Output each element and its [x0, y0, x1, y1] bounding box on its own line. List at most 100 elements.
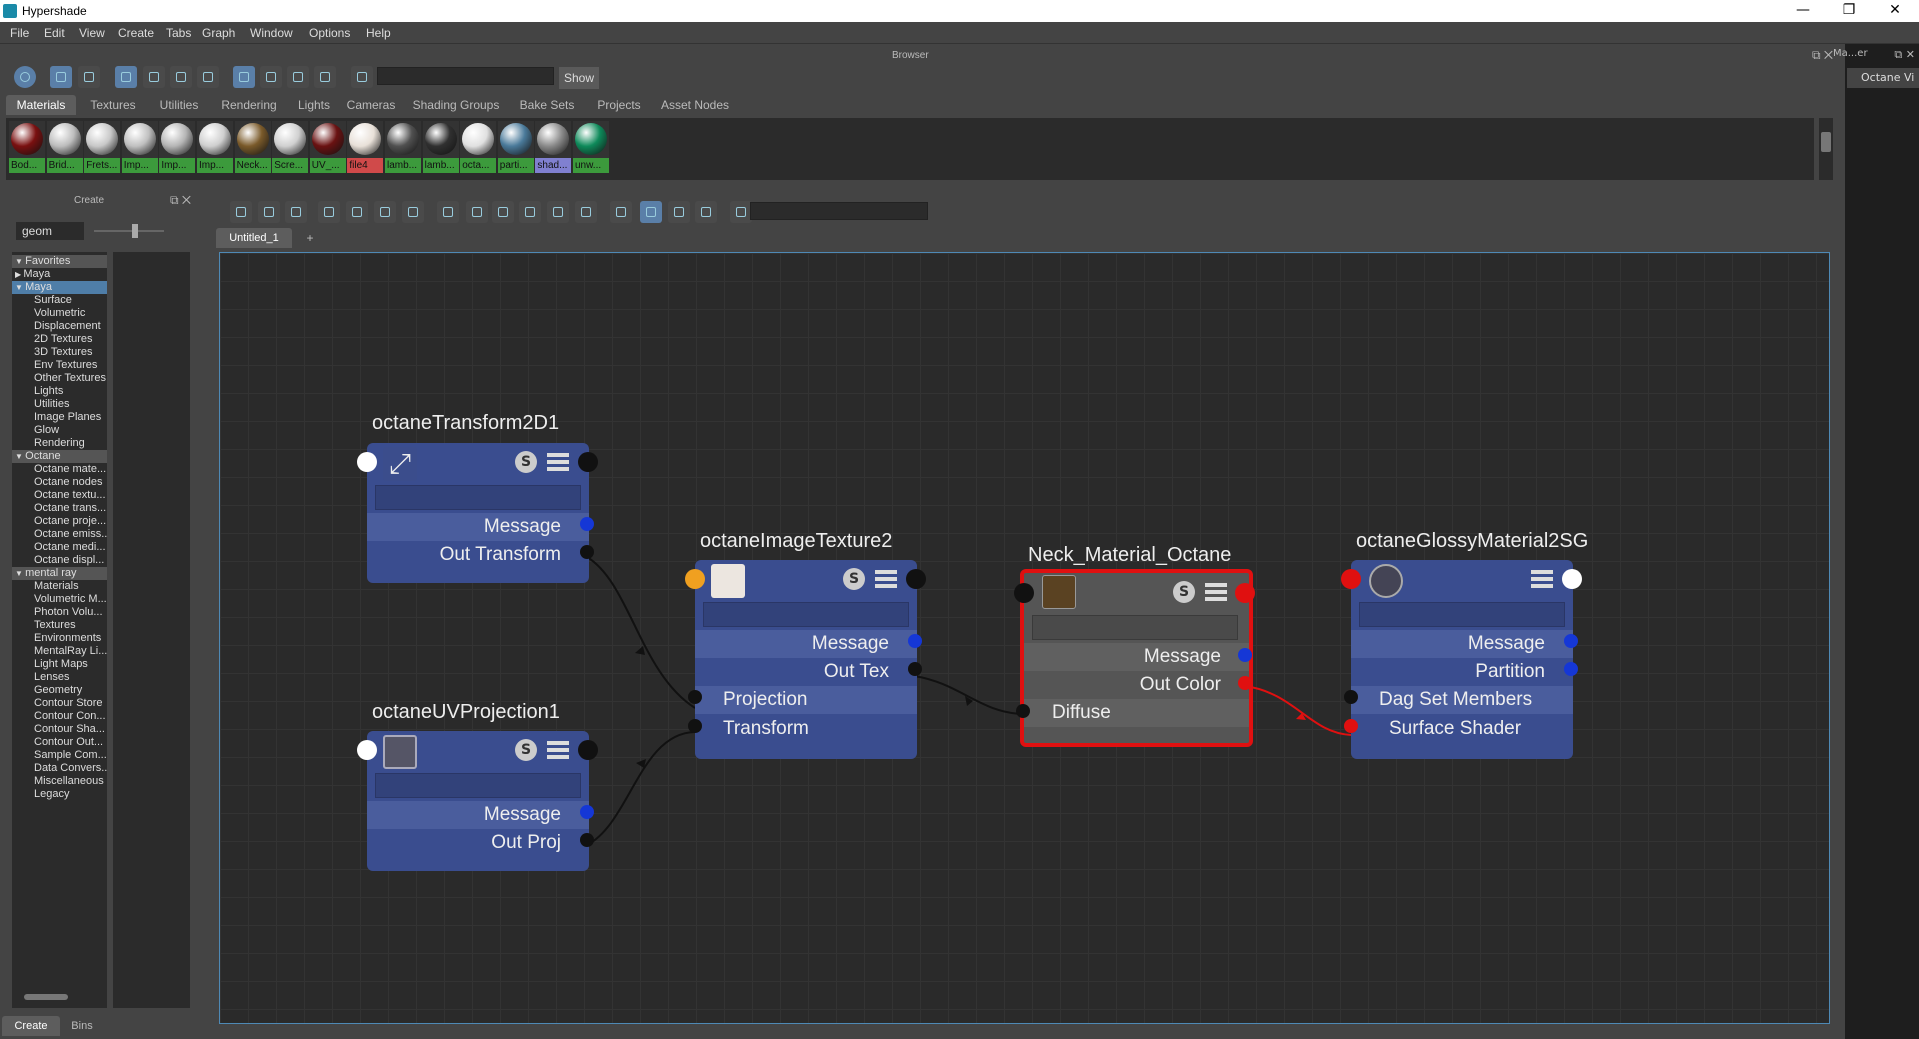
tree-item[interactable]: Sample Com... — [12, 749, 107, 762]
dag-set-members-port[interactable] — [1344, 690, 1358, 704]
node-editor-search-input[interactable] — [750, 202, 928, 220]
node-menu-icon[interactable] — [1205, 583, 1227, 601]
menu-file[interactable]: File — [10, 26, 29, 40]
tab-materials[interactable]: Materials — [6, 95, 76, 115]
tree-item[interactable]: Octane nodes — [12, 476, 103, 489]
out-proj-port[interactable] — [580, 833, 594, 847]
node-menu-icon[interactable] — [875, 570, 897, 588]
node-neck-material[interactable]: S Message Out Color Diffuse — [1020, 569, 1253, 747]
material-swatch[interactable]: Bod... — [9, 121, 45, 173]
medium-swatch-icon[interactable] — [143, 66, 165, 88]
toggle-swatch-icon[interactable] — [668, 201, 690, 223]
tree-item[interactable]: Contour Out... — [12, 736, 103, 749]
material-swatch[interactable]: Scre... — [272, 121, 309, 173]
output-connections-icon[interactable] — [285, 201, 307, 223]
view-list-icon[interactable] — [78, 66, 100, 88]
node-uvprojection[interactable]: S Message Out Proj — [367, 731, 589, 871]
pin-icon[interactable] — [402, 201, 424, 223]
menu-options[interactable]: Options — [309, 26, 350, 40]
tab-lights[interactable]: Lights — [290, 95, 338, 115]
material-swatch[interactable]: parti... — [497, 121, 534, 173]
tree-item[interactable]: Octane trans... — [12, 502, 106, 515]
show-connected-icon[interactable] — [492, 201, 514, 223]
tree-item[interactable]: Textures — [12, 619, 76, 632]
show-all-icon[interactable] — [547, 201, 569, 223]
tree-item[interactable]: Rendering — [12, 437, 85, 450]
message-port[interactable] — [1564, 634, 1578, 648]
output-port[interactable] — [1235, 583, 1255, 603]
material-swatch[interactable]: Imp... — [121, 121, 158, 173]
swatch-size-slider[interactable] — [94, 224, 164, 238]
frame-selected-icon[interactable] — [346, 201, 368, 223]
menu-graph[interactable]: Graph — [202, 26, 235, 40]
out-color-port[interactable] — [1238, 676, 1252, 690]
select-icon[interactable] — [351, 66, 373, 88]
surface-shader-port[interactable] — [1344, 719, 1358, 733]
message-port[interactable] — [580, 805, 594, 819]
material-swatch[interactable]: file4 — [347, 121, 384, 173]
tree-item[interactable]: Photon Volu... — [12, 606, 103, 619]
node-imagetexture[interactable]: S Message Out Tex Projection Transform — [695, 560, 917, 759]
tree-item[interactable]: MentalRay Li... — [12, 645, 107, 658]
hide-attrs-icon[interactable] — [466, 201, 488, 223]
tree-item[interactable]: Octane textu... — [12, 489, 106, 502]
projection-port[interactable] — [688, 690, 702, 704]
out-tex-port[interactable] — [908, 662, 922, 676]
tree-scrollbar[interactable] — [14, 992, 106, 1002]
minimize-button[interactable]: — — [1780, 0, 1826, 22]
filter-icon[interactable] — [695, 201, 717, 223]
node-menu-icon[interactable] — [547, 453, 569, 471]
tree-item[interactable]: 3D Textures — [12, 346, 93, 359]
tree-item[interactable]: Lights — [12, 385, 63, 398]
tree-item[interactable]: Surface — [12, 294, 72, 307]
material-swatch[interactable]: Brid... — [46, 121, 83, 173]
material-swatch[interactable]: Neck... — [234, 121, 271, 173]
output-port[interactable] — [578, 452, 598, 472]
diffuse-port[interactable] — [1016, 704, 1030, 718]
tree-item[interactable]: 2D Textures — [12, 333, 93, 346]
material-swatch[interactable]: lamb... — [385, 121, 421, 173]
tab-bake-sets[interactable]: Bake Sets — [512, 95, 582, 115]
close-button[interactable]: ✕ — [1872, 0, 1918, 22]
grid-icon[interactable] — [640, 201, 662, 223]
tree-section-header[interactable]: ▼ Octane — [12, 450, 107, 463]
tree-item[interactable]: Displacement — [12, 320, 101, 333]
tree-item[interactable]: Octane emiss... — [12, 528, 107, 541]
tab-create[interactable]: Create — [2, 1016, 60, 1036]
sort-type-icon[interactable] — [260, 66, 282, 88]
tree-item[interactable]: Octane displ... — [12, 554, 104, 567]
input-connections-icon[interactable] — [230, 201, 252, 223]
node-transform2d[interactable]: ⤢ S Message Out Transform — [367, 443, 589, 583]
tab-octane-viewer[interactable]: Octane Vi — [1847, 68, 1919, 88]
input-port[interactable] — [357, 452, 377, 472]
material-swatch[interactable]: Imp... — [159, 121, 196, 173]
material-swatch[interactable]: unw... — [573, 121, 609, 173]
small-swatch-icon[interactable] — [115, 66, 137, 88]
tab-projects[interactable]: Projects — [588, 95, 650, 115]
tree-section-header[interactable]: ▼ Maya — [12, 281, 107, 294]
swatch-scrollbar[interactable] — [1819, 118, 1833, 180]
frame-all-icon[interactable] — [318, 201, 340, 223]
layout-icon[interactable] — [374, 201, 396, 223]
tree-item[interactable]: Other Textures — [12, 372, 106, 385]
tree-item[interactable]: Legacy — [12, 788, 69, 801]
tree-section-header[interactable]: ▼ Favorites — [12, 255, 107, 268]
tree-item[interactable]: Geometry — [12, 684, 82, 697]
node-shading-group[interactable]: Message Partition Dag Set Members Surfac… — [1351, 560, 1573, 759]
menu-tabs[interactable]: Tabs — [166, 26, 191, 40]
refresh-icon[interactable] — [730, 201, 752, 223]
tree-item[interactable]: ▶ Maya — [12, 268, 50, 281]
tab-rendering[interactable]: Rendering — [212, 95, 286, 115]
sort-time-icon[interactable] — [287, 66, 309, 88]
tree-item[interactable]: Octane proje... — [12, 515, 106, 528]
snap-icon[interactable] — [610, 201, 632, 223]
node-menu-icon[interactable] — [547, 741, 569, 759]
tree-item[interactable]: Contour Sha... — [12, 723, 105, 736]
tab-bins[interactable]: Bins — [62, 1016, 102, 1036]
swatch-toggle-icon[interactable]: S — [843, 568, 865, 590]
menu-edit[interactable]: Edit — [44, 26, 65, 40]
menu-create[interactable]: Create — [118, 26, 154, 40]
expand-arrow-icon[interactable]: ▼ — [15, 283, 25, 292]
transform-port[interactable] — [688, 719, 702, 733]
tab-utilities[interactable]: Utilities — [150, 95, 208, 115]
